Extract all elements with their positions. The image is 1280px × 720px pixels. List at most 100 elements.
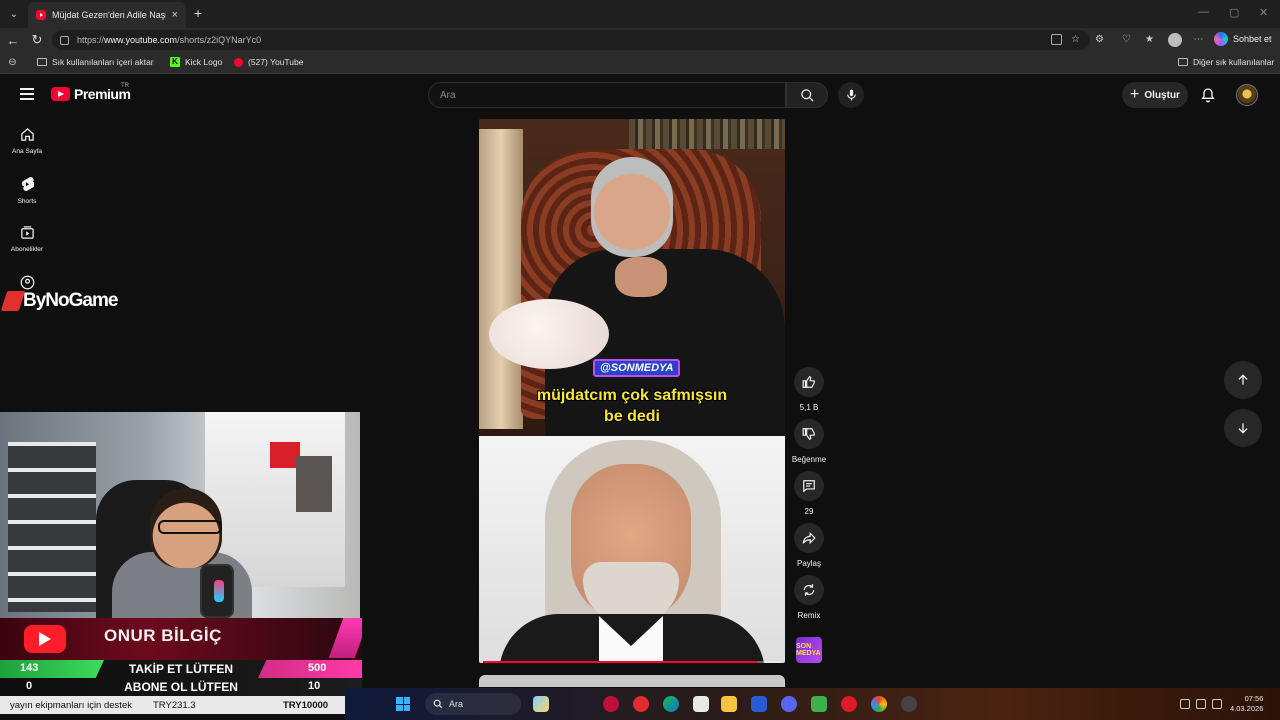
streamer-name: ONUR BİLGİÇ xyxy=(104,626,222,645)
active-browser-tab[interactable]: Müjdat Gezen'den Adile Naşit × xyxy=(28,2,186,28)
tab-title: Müjdat Gezen'den Adile Naşit xyxy=(52,10,166,20)
comments-button[interactable]: 29 xyxy=(793,471,825,516)
store-icon[interactable] xyxy=(751,696,767,712)
browser-toolbar: ← ↻ https://www.youtube.com/shorts/z2iQY… xyxy=(0,28,1280,52)
bynogame-sponsor-logo: ByNoGame xyxy=(0,290,118,312)
kick-icon: K xyxy=(170,57,180,67)
next-short-preview xyxy=(479,675,785,687)
home-icon xyxy=(20,128,34,141)
copilot-button[interactable]: Sohbet et xyxy=(1214,32,1272,46)
sidebar-item-home[interactable]: Ana Sayfa xyxy=(0,127,54,155)
menu-hamburger-icon[interactable] xyxy=(20,88,34,100)
notifications-bell-icon[interactable] xyxy=(1200,87,1216,103)
search-icon xyxy=(800,88,814,102)
thumbs-up-icon xyxy=(802,376,815,388)
taskbar-search[interactable]: Ara xyxy=(425,693,521,715)
video-progress-fill xyxy=(483,661,758,663)
opera-icon[interactable] xyxy=(841,696,857,712)
new-tab-plus-icon[interactable]: + xyxy=(194,6,202,20)
chrome-icon[interactable] xyxy=(871,696,887,712)
favorite-star-icon[interactable]: ☆ xyxy=(1070,34,1081,45)
sidebar-item-shorts[interactable]: Shorts xyxy=(0,176,54,205)
youtube-premium-logo[interactable]: Premium TR xyxy=(51,83,131,102)
sound-source-thumbnail[interactable]: SON MEDYA xyxy=(796,637,822,663)
plus-icon: + xyxy=(1130,86,1140,103)
widgets-icon[interactable] xyxy=(533,696,549,712)
channel-handle-badge: @SONMEDYA xyxy=(593,359,681,377)
tab-list-chevron-icon[interactable]: ⌄ xyxy=(6,6,22,22)
tab-close-icon[interactable]: × xyxy=(172,9,178,21)
create-button[interactable]: + Oluştur xyxy=(1122,82,1188,108)
sub-goal-target: 10 xyxy=(308,680,321,692)
video-frame-top: @SONMEDYA müjdatcım çok safmışsın be ded… xyxy=(479,119,785,436)
arrow-up-icon xyxy=(1238,374,1248,385)
window-restore-icon[interactable]: ▢ xyxy=(1229,6,1239,19)
more-options-icon[interactable]: ⋯ xyxy=(1193,34,1204,45)
sidebar-item-you[interactable] xyxy=(0,275,54,290)
back-arrow-icon[interactable]: ← xyxy=(5,32,21,48)
address-bar[interactable]: https://www.youtube.com/shorts/z2iQYNarY… xyxy=(52,30,1090,50)
white-dog xyxy=(489,299,609,369)
profile-avatar-icon[interactable] xyxy=(1168,33,1182,47)
shorts-icon xyxy=(21,177,34,191)
bookmark-kick-logo[interactable]: K Kick Logo xyxy=(170,57,222,67)
sidebar-item-subscriptions[interactable]: Abonelikler xyxy=(0,225,54,253)
folder-icon xyxy=(37,58,47,66)
window-minimize-icon[interactable]: — xyxy=(1198,6,1209,18)
tab-actions-icon[interactable]: ⊖ xyxy=(7,57,18,68)
play-store-icon[interactable] xyxy=(811,696,827,712)
account-avatar[interactable] xyxy=(1236,84,1258,106)
follow-goal-row: 143 TAKİP ET LÜTFEN 500 xyxy=(0,660,362,678)
youtube-play-icon xyxy=(51,87,70,101)
search-input[interactable]: Ara xyxy=(428,82,786,108)
discord-icon[interactable] xyxy=(781,696,797,712)
other-bookmarks-folder[interactable]: Diğer sık kullanılanlar xyxy=(1178,57,1274,67)
thumbs-down-icon xyxy=(802,428,815,440)
window-close-icon[interactable]: ✕ xyxy=(1259,6,1268,19)
youtube-icon xyxy=(234,57,243,67)
remix-label: Remix xyxy=(797,611,821,620)
like-count: 5,1 B xyxy=(799,403,819,412)
reload-icon[interactable]: ↻ xyxy=(29,32,45,48)
youtube-masthead: Premium TR Ara + Oluştur xyxy=(0,75,1280,115)
dislike-label: Beğenme xyxy=(791,455,827,464)
arrow-down-icon xyxy=(1238,423,1248,434)
previous-short-button[interactable] xyxy=(1224,361,1262,399)
extensions-icon[interactable]: ⚙ xyxy=(1094,34,1105,45)
subscriptions-icon xyxy=(20,226,34,239)
terminal-icon[interactable] xyxy=(693,696,709,712)
yandex-icon[interactable] xyxy=(633,696,649,712)
favorites-bar-icon[interactable]: ★ xyxy=(1144,34,1155,45)
taskbar-clock[interactable]: 07:56 4.03.2026 xyxy=(1230,694,1263,714)
short-video-player[interactable]: @SONMEDYA müjdatcım çok safmışsın be ded… xyxy=(479,119,785,663)
bookmarks-bar: ⊖ Sık kullanılanları içeri aktar K Kick … xyxy=(0,52,1280,74)
remix-button[interactable]: Remix xyxy=(793,575,825,620)
browser-essentials-icon[interactable]: ♡ xyxy=(1121,34,1132,45)
network-icon[interactable] xyxy=(1180,699,1190,709)
obs-icon[interactable] xyxy=(901,696,917,712)
share-button[interactable]: Paylaş xyxy=(793,523,825,568)
remix-icon xyxy=(803,584,815,596)
search-button[interactable] xyxy=(786,82,828,108)
voice-search-button[interactable] xyxy=(838,82,864,108)
follow-goal-target: 500 xyxy=(308,662,327,674)
windows-start-icon[interactable] xyxy=(396,697,410,711)
like-button[interactable]: 5,1 B xyxy=(793,367,825,412)
bookmark-youtube[interactable]: (527) YouTube xyxy=(234,57,303,67)
browser-tab-bar: ⌄ Müjdat Gezen'den Adile Naşit × + — ▢ ✕ xyxy=(0,0,1280,28)
streamer-webcam xyxy=(0,412,360,618)
copilot-label: Sohbet et xyxy=(1233,34,1272,44)
site-info-icon[interactable] xyxy=(60,35,69,45)
app-available-icon[interactable] xyxy=(1051,34,1062,45)
edge-icon[interactable] xyxy=(663,696,679,712)
battery-icon[interactable] xyxy=(1212,699,1222,709)
opera-gx-icon[interactable] xyxy=(603,696,619,712)
next-short-button[interactable] xyxy=(1224,409,1262,447)
volume-icon[interactable] xyxy=(1196,699,1206,709)
share-arrow-icon xyxy=(802,531,816,545)
folder-icon xyxy=(1178,58,1188,66)
video-progress-bar[interactable] xyxy=(483,661,781,663)
bookmark-import-favorites[interactable]: Sık kullanılanları içeri aktar xyxy=(37,57,154,67)
dislike-button[interactable]: Beğenme xyxy=(791,419,827,464)
file-explorer-icon[interactable] xyxy=(721,696,737,712)
